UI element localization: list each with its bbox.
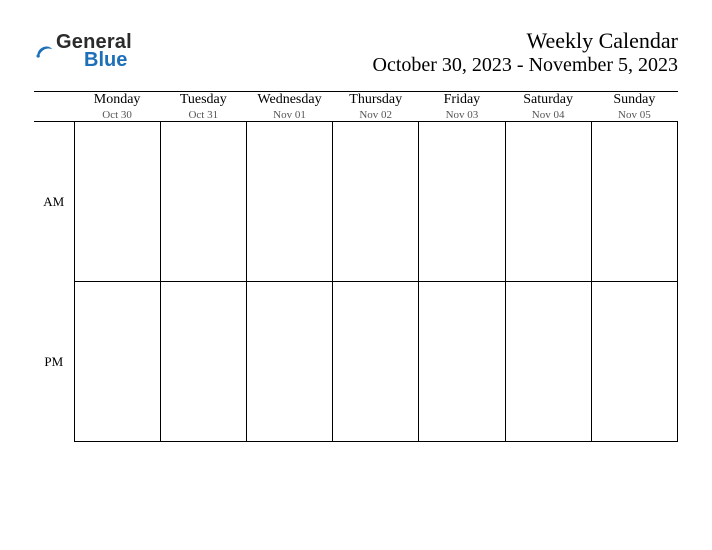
day-header: Thursday Nov 02	[333, 92, 419, 122]
calendar-cell[interactable]	[419, 122, 505, 282]
day-date: Nov 03	[419, 109, 505, 121]
calendar-cell[interactable]	[333, 122, 419, 282]
header: General Blue Weekly Calendar October 30,…	[34, 28, 678, 77]
calendar-cell[interactable]	[505, 282, 591, 442]
day-date: Nov 04	[505, 109, 591, 121]
day-name: Friday	[419, 92, 505, 108]
calendar-cell[interactable]	[419, 282, 505, 442]
day-name: Wednesday	[246, 92, 332, 108]
header-row: Monday Oct 30 Tuesday Oct 31 Wednesday N…	[34, 92, 678, 122]
day-name: Monday	[74, 92, 160, 108]
calendar-cell[interactable]	[160, 122, 246, 282]
day-name: Saturday	[505, 92, 591, 108]
header-spacer	[34, 92, 74, 122]
day-name: Sunday	[591, 92, 677, 108]
brand-logo: General Blue	[34, 28, 132, 70]
swoosh-icon	[34, 41, 54, 61]
day-name: Tuesday	[160, 92, 246, 108]
day-header: Saturday Nov 04	[505, 92, 591, 122]
weekly-calendar-page: General Blue Weekly Calendar October 30,…	[0, 0, 712, 550]
date-range: October 30, 2023 - November 5, 2023	[373, 54, 679, 77]
calendar-grid: Monday Oct 30 Tuesday Oct 31 Wednesday N…	[34, 92, 678, 442]
calendar-cell[interactable]	[246, 282, 332, 442]
day-header: Tuesday Oct 31	[160, 92, 246, 122]
pm-row: PM	[34, 282, 678, 442]
day-date: Nov 05	[591, 109, 677, 121]
calendar-cell[interactable]	[160, 282, 246, 442]
day-header: Sunday Nov 05	[591, 92, 677, 122]
calendar-cell[interactable]	[246, 122, 332, 282]
calendar-cell[interactable]	[505, 122, 591, 282]
am-row: AM	[34, 122, 678, 282]
brand-word-2: Blue	[84, 50, 132, 70]
calendar-cell[interactable]	[591, 282, 677, 442]
calendar-cell[interactable]	[74, 122, 160, 282]
calendar-cell[interactable]	[591, 122, 677, 282]
day-date: Nov 01	[246, 109, 332, 121]
page-title: Weekly Calendar	[373, 28, 679, 54]
day-name: Thursday	[333, 92, 419, 108]
calendar-cell[interactable]	[74, 282, 160, 442]
day-header: Monday Oct 30	[74, 92, 160, 122]
day-header: Friday Nov 03	[419, 92, 505, 122]
period-label-am: AM	[34, 122, 74, 282]
day-date: Nov 02	[333, 109, 419, 121]
day-date: Oct 31	[160, 109, 246, 121]
calendar-cell[interactable]	[333, 282, 419, 442]
title-block: Weekly Calendar October 30, 2023 - Novem…	[373, 28, 679, 77]
day-header: Wednesday Nov 01	[246, 92, 332, 122]
period-label-pm: PM	[34, 282, 74, 442]
day-date: Oct 30	[74, 109, 160, 121]
